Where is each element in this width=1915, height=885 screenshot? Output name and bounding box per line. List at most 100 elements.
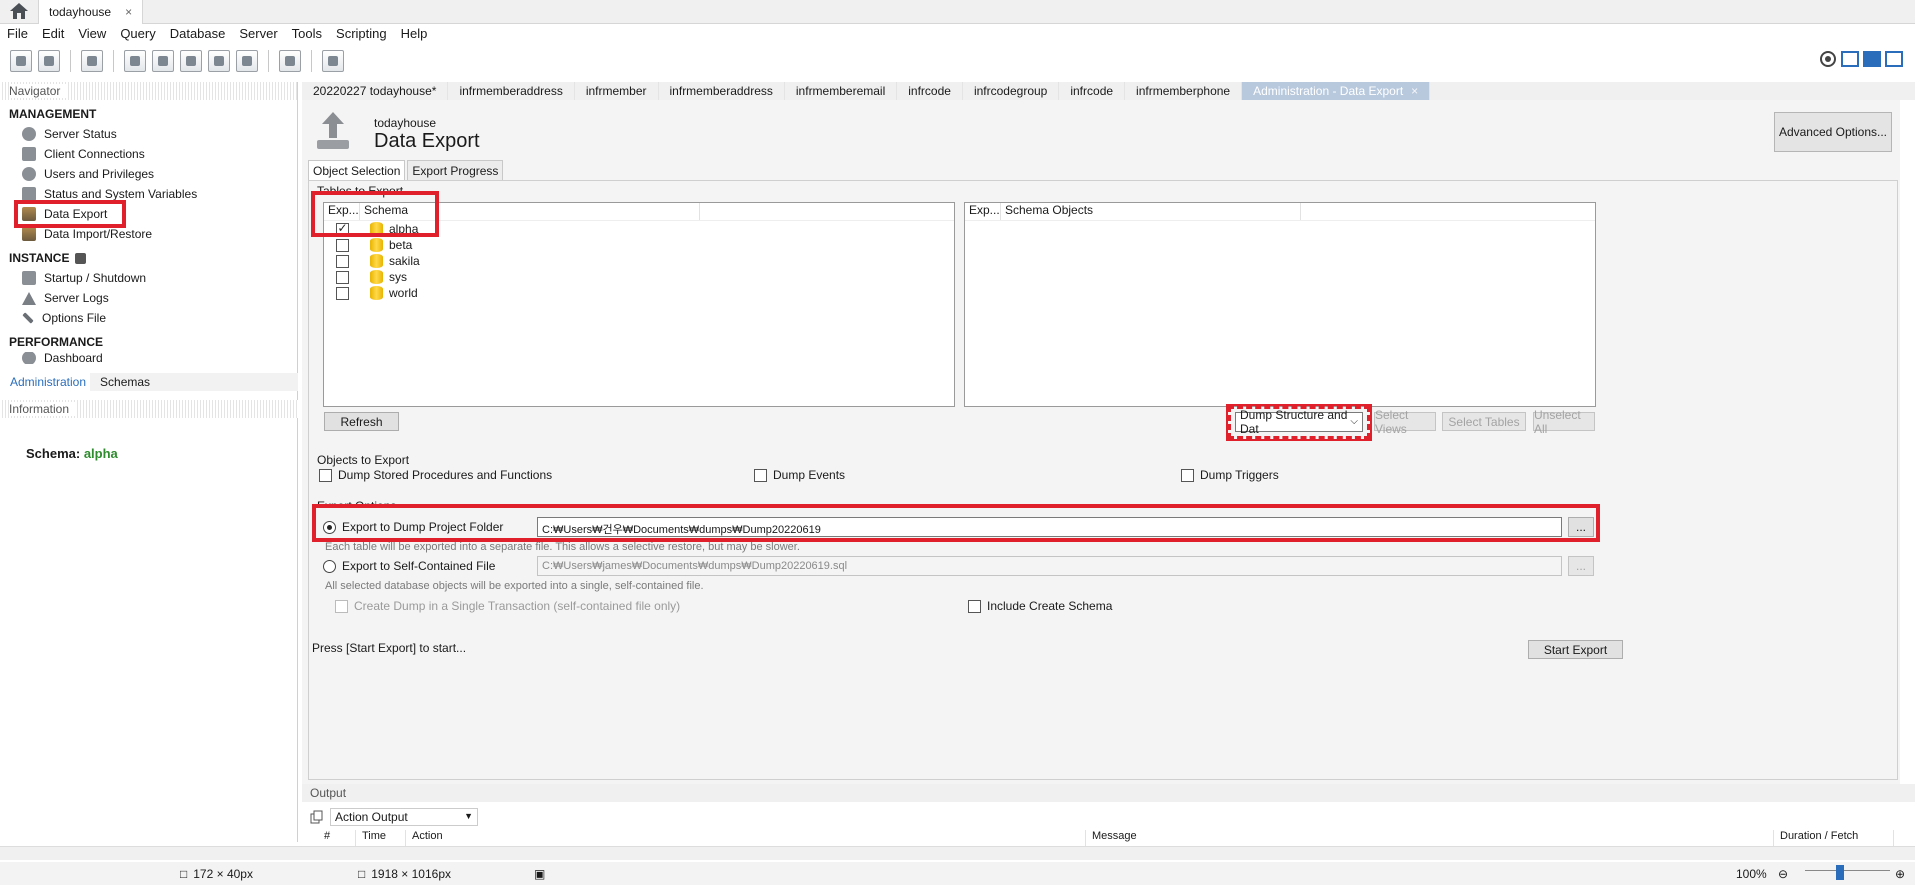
col-action[interactable]: Action bbox=[406, 830, 1086, 846]
home-icon[interactable] bbox=[8, 2, 32, 22]
toggle-output-icon[interactable] bbox=[1863, 51, 1881, 67]
nav-users-privileges[interactable]: Users and Privileges bbox=[0, 164, 297, 184]
menu-query[interactable]: Query bbox=[113, 24, 162, 44]
new-sql-tab-icon[interactable] bbox=[10, 50, 32, 72]
database-icon bbox=[370, 286, 383, 300]
tab-data-export[interactable]: Administration - Data Export × bbox=[1242, 82, 1431, 100]
save-icon[interactable]: ▣ bbox=[534, 867, 545, 881]
select-views-button[interactable]: Select Views bbox=[1374, 408, 1436, 436]
tab-table[interactable]: infrcode bbox=[897, 82, 963, 100]
toggle-sidebar-icon[interactable] bbox=[1841, 51, 1859, 67]
tab-object-selection[interactable]: Object Selection bbox=[308, 160, 406, 180]
screen-size-readout: □ 1918 × 1016px bbox=[358, 867, 451, 881]
tab-export-progress[interactable]: Export Progress bbox=[407, 160, 504, 180]
nav-options-file[interactable]: Options File bbox=[0, 308, 297, 328]
schema-row-beta[interactable]: beta bbox=[324, 237, 954, 253]
zoom-slider[interactable] bbox=[1805, 870, 1890, 876]
output-type-select[interactable]: Action Output ▼ bbox=[330, 808, 478, 826]
single-transaction-checkbox[interactable] bbox=[335, 599, 348, 613]
navigator-tabs: Administration Schemas bbox=[0, 373, 298, 391]
schema-row-sys[interactable]: sys bbox=[324, 269, 954, 285]
self-contained-path-input[interactable]: C:₩Users₩james₩Documents₩dumps₩Dump20220… bbox=[537, 556, 1562, 576]
nav-server-logs[interactable]: Server Logs bbox=[0, 288, 297, 308]
horizontal-scrollbar[interactable] bbox=[0, 846, 1915, 860]
dump-events-option[interactable]: Dump Events bbox=[754, 468, 845, 482]
tab-table[interactable]: infrcodegroup bbox=[963, 82, 1060, 100]
tab-table[interactable]: infrcode bbox=[1059, 82, 1126, 100]
nav-dashboard[interactable]: Dashboard bbox=[0, 352, 297, 364]
schema-info: Schema: alpha bbox=[0, 418, 298, 461]
menu-scripting[interactable]: Scripting bbox=[329, 24, 394, 44]
settings-icon[interactable] bbox=[1819, 50, 1837, 68]
inspector-icon[interactable] bbox=[81, 50, 103, 72]
tab-table[interactable]: infrmemberaddress bbox=[659, 82, 785, 100]
schema-row-sakila[interactable]: sakila bbox=[324, 253, 954, 269]
zoom-slider-thumb[interactable] bbox=[1836, 865, 1844, 880]
schema-row-world[interactable]: world bbox=[324, 285, 954, 301]
nav-server-status[interactable]: Server Status bbox=[0, 124, 297, 144]
self-contained-radio[interactable] bbox=[323, 559, 336, 573]
copy-icon[interactable] bbox=[310, 810, 324, 824]
include-create-schema-checkbox[interactable] bbox=[968, 599, 981, 613]
tab-table[interactable]: infrmemberaddress bbox=[448, 82, 575, 100]
select-tables-button[interactable]: Select Tables bbox=[1442, 412, 1526, 431]
dump-events-checkbox[interactable] bbox=[754, 468, 767, 482]
close-icon[interactable]: × bbox=[1411, 84, 1418, 98]
tab-table[interactable]: infrmember bbox=[575, 82, 659, 100]
zoom-out-icon[interactable]: ⊖ bbox=[1778, 867, 1788, 881]
refresh-button[interactable]: Refresh bbox=[324, 412, 399, 431]
tab-sql-script[interactable]: 20220227 todayhouse* bbox=[302, 82, 449, 100]
schema-objects-list[interactable]: Exp... Schema Objects bbox=[964, 202, 1596, 407]
single-transaction-option[interactable]: Create Dump in a Single Transaction (sel… bbox=[335, 599, 680, 613]
advanced-options-button[interactable]: Advanced Options... bbox=[1774, 112, 1892, 152]
tab-schemas[interactable]: Schemas bbox=[90, 373, 154, 391]
create-schema-icon[interactable] bbox=[124, 50, 146, 72]
connection-tab[interactable]: todayhouse × bbox=[38, 0, 144, 24]
close-icon[interactable]: × bbox=[125, 5, 132, 19]
menu-view[interactable]: View bbox=[71, 24, 113, 44]
col-number[interactable]: # bbox=[318, 830, 356, 846]
menu-database[interactable]: Database bbox=[163, 24, 233, 44]
zoom-in-icon[interactable]: ⊕ bbox=[1895, 867, 1905, 881]
dump-triggers-option[interactable]: Dump Triggers bbox=[1181, 468, 1279, 482]
tab-table[interactable]: infrmemberemail bbox=[785, 82, 898, 100]
export-sub-tabs: Object Selection Export Progress bbox=[308, 160, 505, 180]
menu-tools[interactable]: Tools bbox=[285, 24, 329, 44]
create-view-icon[interactable] bbox=[180, 50, 202, 72]
data-export-icon bbox=[317, 112, 349, 149]
connection-name: todayhouse bbox=[374, 116, 437, 130]
open-sql-script-icon[interactable] bbox=[38, 50, 60, 72]
tab-administration[interactable]: Administration bbox=[0, 373, 91, 391]
schema-name: beta bbox=[389, 238, 413, 252]
menu-edit[interactable]: Edit bbox=[35, 24, 71, 44]
col-duration[interactable]: Duration / Fetch bbox=[1774, 830, 1894, 846]
browse-file-button[interactable]: ... bbox=[1568, 556, 1594, 576]
unselect-all-button[interactable]: Unselect All bbox=[1533, 408, 1595, 436]
schema-checkbox[interactable] bbox=[335, 286, 349, 300]
dump-triggers-checkbox[interactable] bbox=[1181, 468, 1194, 482]
include-create-schema-option[interactable]: Include Create Schema bbox=[968, 599, 1112, 613]
export-self-contained-option[interactable]: Export to Self-Contained File bbox=[323, 559, 495, 573]
schema-objects-column-header[interactable]: Schema Objects bbox=[1001, 203, 1301, 220]
tab-table[interactable]: infrmemberphone bbox=[1125, 82, 1243, 100]
menu-server[interactable]: Server bbox=[232, 24, 284, 44]
nav-client-connections[interactable]: Client Connections bbox=[0, 144, 297, 164]
schema-checkbox[interactable] bbox=[335, 238, 349, 252]
create-procedure-icon[interactable] bbox=[208, 50, 230, 72]
export-column-header[interactable]: Exp... bbox=[965, 203, 1001, 220]
schema-checkbox[interactable] bbox=[335, 270, 349, 284]
search-table-data-icon[interactable] bbox=[279, 50, 301, 72]
col-time[interactable]: Time bbox=[356, 830, 406, 846]
schema-checkbox[interactable] bbox=[335, 254, 349, 268]
toggle-secondary-sidebar-icon[interactable] bbox=[1885, 51, 1903, 67]
col-message[interactable]: Message bbox=[1086, 830, 1774, 846]
dump-procedures-option[interactable]: Dump Stored Procedures and Functions bbox=[319, 468, 552, 482]
start-export-button[interactable]: Start Export bbox=[1528, 640, 1623, 659]
menu-file[interactable]: File bbox=[0, 24, 35, 44]
menu-help[interactable]: Help bbox=[394, 24, 435, 44]
reconnect-icon[interactable] bbox=[322, 50, 344, 72]
nav-startup-shutdown[interactable]: Startup / Shutdown bbox=[0, 268, 297, 288]
create-table-icon[interactable] bbox=[152, 50, 174, 72]
dump-procedures-checkbox[interactable] bbox=[319, 468, 332, 482]
create-function-icon[interactable] bbox=[236, 50, 258, 72]
